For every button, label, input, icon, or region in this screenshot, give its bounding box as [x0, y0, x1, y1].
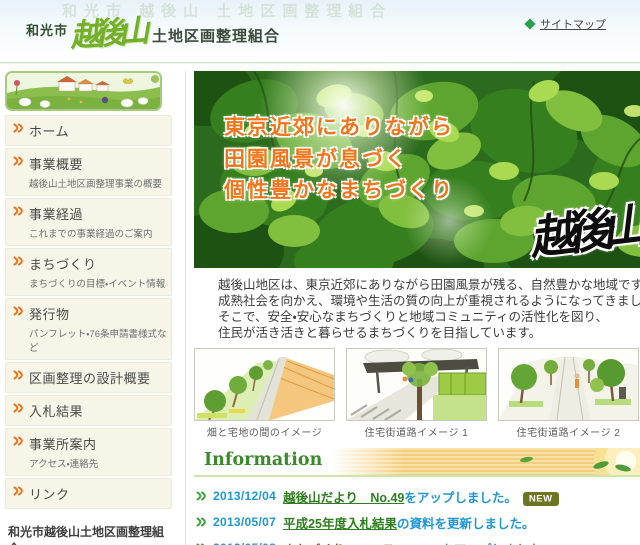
sidebar-item-label: 事業概要 [29, 154, 162, 173]
hero-catch-line-2: 田園風景が息づく [224, 143, 454, 175]
sitemap-label: サイトマップ [540, 16, 606, 32]
sidebar-item-label: 事業経過 [29, 204, 153, 223]
sidebar-item-label: まちづくり [29, 254, 165, 273]
sidebar: ホーム 事業概要 越後山土地区画整理事業の概要 事業経過 これまでの事業経過のご… [5, 71, 186, 545]
village-illustration-image [7, 73, 160, 109]
chevron-right-icon [13, 436, 23, 446]
sidebar-item-bid-results[interactable]: 入札結果 [5, 395, 172, 426]
chevron-right-icon [196, 490, 206, 504]
chevron-right-icon [13, 486, 23, 496]
logo-calligraphy-text: 越後山 [69, 6, 144, 56]
news-link[interactable]: 平成25年度入札結果 [283, 517, 397, 531]
chevron-right-icon [13, 206, 23, 216]
page: 和光市 越後山 土地区画整理組合 和光市 越後山 土地区画整理組合 サイトマップ [0, 0, 640, 545]
hero-catchphrase: 東京近郊にありながら 田園風景が息づく 個性豊かなまちづくり [224, 111, 454, 206]
gallery-caption: 住宅街道路イメージ 1 [346, 424, 487, 439]
logo-city-text: 和光市 [26, 20, 68, 39]
gallery-item: 畑と宅地の間のイメージ [194, 348, 335, 439]
sidebar-item-label: 区画整理の設計概要 [29, 368, 151, 387]
sidebar-item-design-overview[interactable]: 区画整理の設計概要 [5, 362, 172, 393]
sidebar-item-business-progress[interactable]: 事業経過 これまでの事業経過のご案内 [5, 198, 172, 246]
sidebar-item-sublabel: 越後山土地区画整理事業の概要 [29, 176, 162, 190]
news-list: 2013/12/04 越後山だより No.49をアップしました。 NEW 2013… [194, 477, 640, 545]
gallery-thumbnail-field-image [194, 348, 335, 421]
sidebar-item-label: 事業所案内 [29, 434, 98, 453]
intro-line-4: 住民が活き活きと暮らせるまちづくりを目指しています。 [218, 325, 640, 341]
news-row: 2013/12/04 越後山だより No.49をアップしました。 NEW [196, 483, 640, 509]
sidebar-item-home[interactable]: ホーム [5, 115, 172, 146]
chevron-right-icon [13, 403, 23, 413]
contact-org-name: 和光市越後山土地区画整理組合 [8, 523, 172, 545]
sidebar-item-business-overview[interactable]: 事業概要 越後山土地区画整理事業の概要 [5, 148, 172, 196]
hero-catch-line-3: 個性豊かなまちづくり [224, 174, 454, 206]
news-row: 2012/05/08 まちづくりニュース No.20をアップしました。 [196, 535, 640, 545]
chevron-right-icon [13, 156, 23, 166]
intro-line-3: そこで、安全・安心なまちづくりと地域コミュニティの活性化を図り、 [218, 309, 640, 325]
gallery-item: 住宅街道路イメージ 2 [498, 348, 639, 439]
news-rest-text: をアップしました。 [404, 491, 517, 505]
news-date: 2013/12/04 [213, 489, 276, 503]
sidebar-item-label: リンク [29, 484, 70, 503]
sidebar-item-links[interactable]: リンク [5, 478, 172, 509]
sidebar-item-office-info[interactable]: 事業所案内 アクセス・連絡先 [5, 428, 172, 476]
sidebar-illustration [5, 71, 162, 111]
hero-catch-line-1: 東京近郊にありながら [224, 111, 454, 143]
news-link[interactable]: 越後山だより No.49 [283, 491, 404, 505]
news-date: 2013/05/07 [213, 515, 276, 529]
sidebar-item-label: 発行物 [29, 304, 167, 323]
intro-paragraph: 越後山地区は、東京近郊にありながら田園風景が残る、自然豊かな地域です。 成熟社会… [218, 277, 640, 341]
image-gallery: 畑と宅地の間のイメージ [194, 348, 640, 439]
sidebar-item-sublabel: パンフレット・76条申請書様式など [29, 326, 167, 354]
chevron-right-icon [13, 306, 23, 316]
intro-line-1: 越後山地区は、東京近郊にありながら田園風景が残る、自然豊かな地域です。 [218, 277, 640, 293]
contact-info: 和光市越後山土地区画整理組合 〒351-0104 埼玉県和光市南一丁目20-34… [5, 523, 172, 545]
site-logo[interactable]: 和光市 越後山 土地区画整理組合 [26, 8, 280, 55]
chevron-right-icon [13, 123, 23, 133]
chevron-right-icon [196, 516, 206, 530]
chevron-right-icon [13, 256, 23, 266]
news-row: 2013/05/07 平成25年度入札結果の資料を更新しました。 [196, 509, 640, 535]
chevron-right-icon [13, 370, 23, 380]
sidebar-item-sublabel: アクセス・連絡先 [29, 456, 98, 470]
information-title: Information [204, 450, 322, 470]
gallery-thumbnail-street2-image [498, 348, 639, 421]
information-section: Information 2013/12/04 越後山だより No.49をアップし… [194, 448, 640, 545]
sidebar-item-machizukuri[interactable]: まちづくり まちづくりの目標・イベント情報 [5, 248, 172, 296]
news-rest-text: の資料を更新しました。 [397, 517, 535, 531]
main-content: 東京近郊にありながら 田園風景が息づく 個性豊かなまちづくり 越後山 越後山地区… [194, 71, 640, 545]
hero-image: 東京近郊にありながら 田園風景が息づく 個性豊かなまちづくり 越後山 [194, 71, 640, 268]
site-header: 和光市 越後山 土地区画整理組合 和光市 越後山 土地区画整理組合 サイトマップ [0, 0, 640, 63]
gallery-item: 住宅街道路イメージ 1 [346, 348, 487, 439]
diamond-icon [524, 18, 535, 29]
new-badge: NEW [523, 492, 559, 506]
sidebar-item-sublabel: これまでの事業経過のご案内 [29, 226, 153, 240]
gallery-thumbnail-street1-image [346, 348, 487, 421]
gallery-caption: 畑と宅地の間のイメージ [194, 424, 335, 439]
sidebar-item-sublabel: まちづくりの目標・イベント情報 [29, 276, 165, 290]
news-date: 2012/05/08 [213, 541, 276, 545]
chevron-right-icon [196, 542, 206, 545]
sidebar-item-label: ホーム [29, 121, 69, 140]
gallery-caption: 住宅街道路イメージ 2 [498, 424, 639, 439]
information-banner: Information [194, 448, 640, 477]
hero-calligraphy-logo: 越後山 [525, 190, 640, 268]
sidebar-item-label: 入札結果 [29, 401, 83, 420]
logo-org-text: 土地区画整理組合 [152, 25, 280, 46]
intro-line-2: 成熟社会を向かえ、環境や生活の質の向上が重視されるようになってきました。 [218, 293, 640, 309]
sidebar-item-publications[interactable]: 発行物 パンフレット・76条申請書様式など [5, 298, 172, 360]
sitemap-link[interactable]: サイトマップ [526, 16, 606, 32]
